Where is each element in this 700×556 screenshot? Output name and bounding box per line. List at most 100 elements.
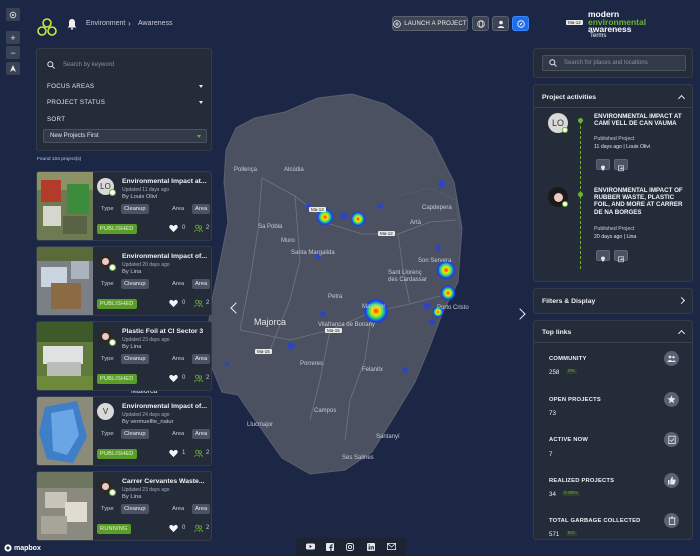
author-avatar[interactable]: [97, 253, 116, 271]
instagram-icon[interactable]: [346, 543, 355, 551]
open-project-button[interactable]: [614, 250, 628, 263]
filters-display-panel[interactable]: Filters & Display: [533, 288, 693, 314]
launch-project-button[interactable]: LAUNCH A PROJECT: [392, 16, 468, 31]
activity-meta: 11 days ago | Louis Olivi: [594, 144, 651, 150]
project-title[interactable]: Plastic Foil at Cl Sector 3: [122, 328, 210, 335]
keyword-search[interactable]: Search by keyword: [47, 61, 207, 69]
app-logo-icon[interactable]: [36, 17, 58, 37]
author-avatar[interactable]: LO: [97, 178, 116, 196]
author-avatar[interactable]: [97, 328, 116, 346]
profile-button[interactable]: [492, 16, 509, 31]
heart-icon[interactable]: [169, 449, 178, 458]
author-avatar[interactable]: V: [97, 403, 114, 420]
activity-meta: 20 days ago | Lina: [594, 234, 637, 240]
likes-count: 1: [182, 450, 186, 456]
activity-title[interactable]: ENVIRONMENTAL IMPACT OF RUBBER WASTE, PL…: [594, 187, 690, 216]
status-badge: PUBLISHED: [97, 299, 137, 309]
area-tag: Area: [192, 504, 211, 514]
heart-icon[interactable]: [169, 524, 178, 533]
map-label-majorca: Majorca: [254, 317, 287, 327]
sort-label-text: SORT: [47, 116, 66, 123]
likes-count: 0: [182, 375, 186, 381]
heart-icon[interactable]: [169, 299, 178, 308]
heart-icon[interactable]: [169, 224, 178, 233]
project-photo: [37, 172, 93, 240]
project-title[interactable]: Carrer Cervantes Waste...: [122, 478, 210, 485]
project-title[interactable]: Environmental Impact of...: [122, 403, 210, 410]
project-card[interactable]: Carrer Cervantes Waste... Updated 23 day…: [36, 471, 212, 541]
top-bar: Environment › Awareness LAUNCH A PROJECT…: [0, 0, 700, 48]
project-author: By Louis Olivi: [122, 194, 158, 200]
explore-button[interactable]: [512, 16, 529, 31]
chevron-up-icon[interactable]: [677, 94, 686, 103]
open-external-icon: [618, 165, 624, 172]
activity-title[interactable]: ENVIRONMENTAL IMPACT AT CAMÍ VELL DE CAN…: [594, 113, 690, 127]
compass-button[interactable]: [6, 62, 20, 75]
project-photo: [37, 397, 93, 465]
search-icon: [47, 61, 55, 69]
stat-realized-value: 34: [549, 491, 556, 498]
type-label: Type: [101, 281, 114, 287]
map-pin-button[interactable]: [596, 250, 610, 262]
location-search-input[interactable]: Search for places and locations: [542, 55, 686, 71]
trash-icon[interactable]: [664, 513, 679, 528]
verified-badge-icon: [562, 201, 568, 207]
type-label: Type: [101, 506, 114, 512]
area-label: Area: [172, 356, 185, 362]
project-card[interactable]: LO Environmental Impact at... Updated 11…: [36, 171, 212, 241]
map-pin-icon: [601, 165, 605, 171]
stat-community-label[interactable]: COMMUNITY: [549, 356, 587, 362]
map-label-santa-margalida: Santa Margalida: [291, 250, 335, 256]
clipboard-icon[interactable]: [664, 432, 679, 447]
minus-icon: −: [10, 47, 16, 58]
divider: [534, 107, 692, 108]
heart-icon[interactable]: [169, 374, 178, 383]
project-status-dropdown[interactable]: PROJECT STATUS: [47, 99, 203, 106]
type-tag: Cleanup: [121, 429, 149, 439]
project-title[interactable]: Environmental Impact of...: [122, 253, 210, 260]
terms-link[interactable]: Terms: [590, 33, 606, 39]
open-project-button[interactable]: [614, 159, 628, 172]
stat-realized-label[interactable]: REALIZED PROJECTS: [549, 478, 614, 484]
project-card[interactable]: V Environmental Impact of... Updated 24 …: [36, 396, 212, 466]
linkedin-icon[interactable]: [366, 543, 376, 551]
mapbox-label: mapbox: [14, 544, 41, 552]
project-card[interactable]: Plastic Foil at Cl Sector 3 Updated 23 d…: [36, 321, 212, 391]
map-label-sant-llorenc: Sant Llorenç des Cardassar: [388, 270, 428, 283]
map-label-manacor: Manacor: [362, 304, 386, 310]
mapbox-attribution[interactable]: mapbox: [4, 544, 41, 552]
map-label-alcudia: Alcúdia: [284, 167, 304, 173]
plus-circle-icon: [393, 19, 402, 28]
project-updated: Updated 23 days ago: [122, 487, 170, 493]
bell-icon[interactable]: [66, 18, 78, 30]
map-label-arta: Artà: [410, 220, 422, 226]
verified-badge-icon: [109, 189, 116, 196]
sort-select[interactable]: New Projects First: [43, 129, 207, 143]
mapbox-logo-icon: [4, 544, 12, 552]
youtube-icon[interactable]: [305, 543, 315, 551]
open-external-icon: [618, 256, 624, 263]
author-avatar[interactable]: [97, 478, 116, 496]
star-icon[interactable]: [664, 392, 679, 407]
breadcrumb-section[interactable]: Environment: [86, 20, 125, 27]
type-tag: Cleanup: [121, 504, 149, 514]
community-icon[interactable]: [664, 351, 679, 366]
stat-open-projects-label[interactable]: OPEN PROJECTS: [549, 397, 601, 403]
project-photo: [37, 322, 93, 390]
stat-garbage-label[interactable]: TOTAL GARBAGE COLLECTED: [549, 518, 641, 524]
focus-areas-dropdown[interactable]: FOCUS AREAS: [47, 83, 203, 90]
activities-heading: Project activities: [542, 94, 597, 101]
members-count: 2: [206, 300, 210, 306]
brand-wordmark: modern environmental awareness: [588, 10, 646, 34]
map-pin-button[interactable]: [596, 159, 610, 171]
language-button[interactable]: [472, 16, 489, 31]
chevron-right-icon[interactable]: [677, 296, 686, 305]
project-title[interactable]: Environmental Impact at...: [122, 178, 210, 185]
thumbs-up-icon[interactable]: [664, 473, 679, 488]
members-icon: [194, 524, 203, 533]
mail-icon[interactable]: [387, 543, 397, 551]
stat-active-now-label[interactable]: ACTIVE NOW: [549, 437, 588, 443]
project-card[interactable]: Environmental Impact of... Updated 20 da…: [36, 246, 212, 316]
chevron-up-icon[interactable]: [677, 329, 686, 338]
facebook-icon[interactable]: [326, 543, 335, 551]
